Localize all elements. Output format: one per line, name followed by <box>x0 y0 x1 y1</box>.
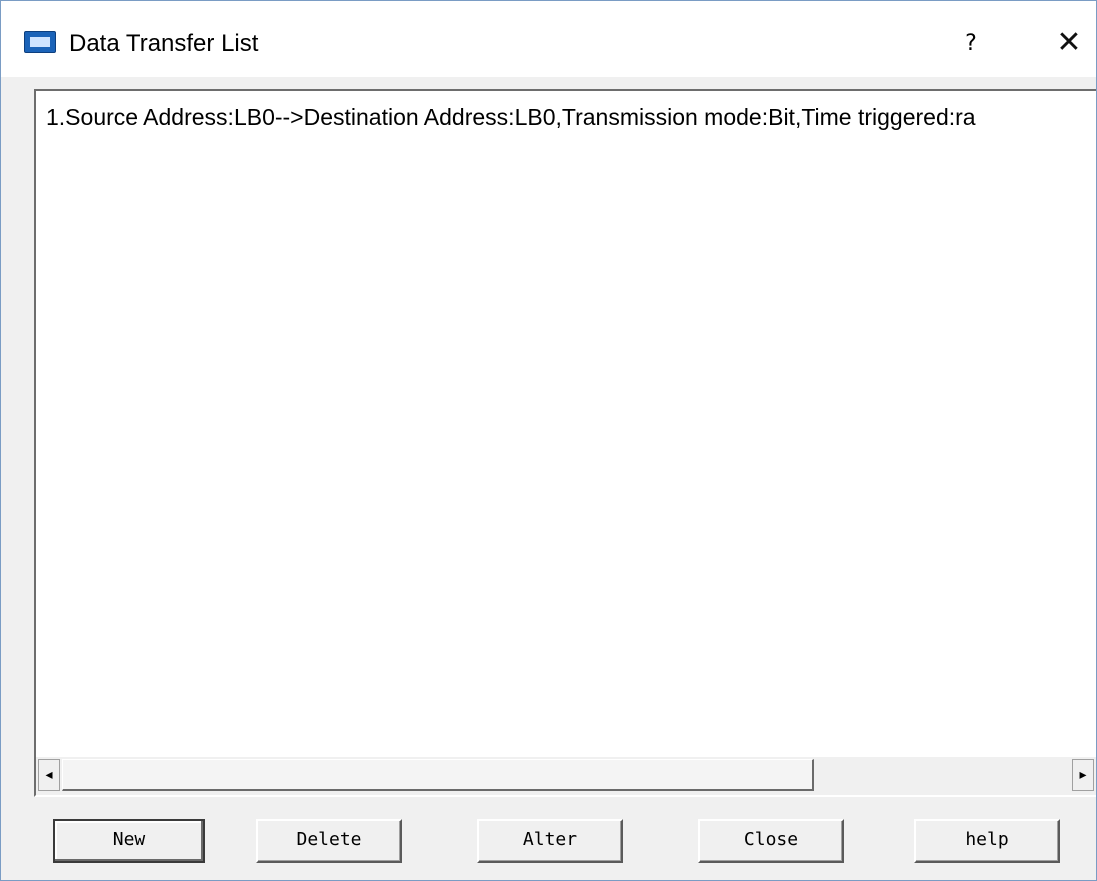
scroll-right-button[interactable]: ▸ <box>1072 759 1094 791</box>
close-button[interactable]: Close <box>698 819 844 863</box>
help-icon[interactable]: ? <box>956 27 986 61</box>
horizontal-scrollbar[interactable]: ◂ ▸ <box>36 757 1096 795</box>
help-button[interactable]: help <box>914 819 1060 863</box>
data-transfer-list-dialog: Data Transfer List ? ✕ 1.Source Address:… <box>0 0 1097 881</box>
new-button[interactable]: New <box>53 819 205 863</box>
close-icon[interactable]: ✕ <box>1051 25 1087 61</box>
arrow-left-icon: ◂ <box>45 767 53 783</box>
scroll-left-button[interactable]: ◂ <box>38 759 60 791</box>
alter-button[interactable]: Alter <box>477 819 623 863</box>
list-item[interactable]: 1.Source Address:LB0-->Destination Addre… <box>46 103 976 131</box>
window-title: Data Transfer List <box>69 30 259 57</box>
scrollbar-thumb[interactable] <box>62 759 814 791</box>
arrow-right-icon: ▸ <box>1079 767 1087 783</box>
title-bar[interactable]: Data Transfer List ? ✕ <box>1 1 1096 77</box>
transfer-list-box[interactable]: 1.Source Address:LB0-->Destination Addre… <box>34 89 1096 797</box>
delete-button[interactable]: Delete <box>256 819 402 863</box>
hmi-icon <box>24 31 56 53</box>
list-viewport: 1.Source Address:LB0-->Destination Addre… <box>36 91 1096 755</box>
